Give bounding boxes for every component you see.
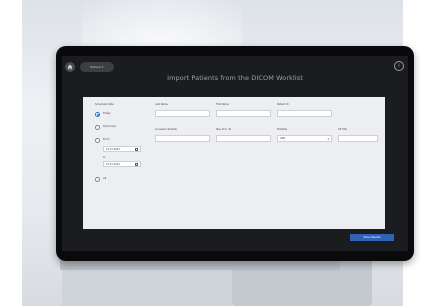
modality-select[interactable]: ANY ▾: [277, 135, 332, 142]
chevron-down-icon: ▾: [327, 137, 329, 141]
worklist-filter-panel: Scheduled date Today Tomorrow From 21.01…: [83, 97, 385, 229]
to-label: to: [103, 156, 106, 159]
req-proc-id-input[interactable]: [216, 135, 271, 142]
radio-from-label: From: [103, 138, 110, 141]
accession-number-input[interactable]: [155, 135, 210, 142]
scheduled-date-label: Scheduled date: [95, 103, 114, 106]
patient-id-input[interactable]: [277, 110, 332, 117]
calendar-icon[interactable]: [135, 163, 138, 166]
modality-value: ANY: [280, 137, 286, 140]
monitor-bezel: Patient 1 i Import Patients from the DIC…: [56, 46, 414, 261]
calendar-icon[interactable]: [135, 148, 138, 151]
first-name-label: First Name: [216, 103, 229, 106]
home-button[interactable]: [65, 62, 75, 72]
radio-all-label: All: [103, 177, 107, 180]
ae-title-label: AE Title: [338, 128, 348, 131]
radio-tomorrow-label: Tomorrow: [103, 125, 116, 128]
accession-number-label: Accession Number: [155, 128, 178, 131]
info-icon[interactable]: i: [394, 61, 404, 71]
page-title: Import Patients from the DICOM Worklist: [167, 74, 303, 82]
patient-selector[interactable]: Patient 1: [80, 62, 114, 72]
from-date-value: 21.01.2024: [106, 148, 120, 151]
radio-today[interactable]: [95, 112, 100, 117]
to-date-field[interactable]: 21.01.2024: [103, 161, 141, 167]
req-proc-id-label: Req. Proc. ID: [216, 128, 232, 131]
screen: Patient 1 i Import Patients from the DIC…: [62, 56, 408, 251]
from-date-field[interactable]: 21.01.2024: [103, 146, 141, 152]
show-results-button[interactable]: Show Results: [350, 234, 394, 241]
to-date-value: 21.01.2024: [106, 163, 120, 166]
patient-id-label: Patient ID: [277, 103, 289, 106]
radio-from[interactable]: [95, 138, 100, 143]
last-name-input[interactable]: [155, 110, 210, 117]
first-name-input[interactable]: [216, 110, 271, 117]
radio-all[interactable]: [95, 177, 100, 182]
ae-title-input[interactable]: [338, 135, 378, 142]
radio-tomorrow[interactable]: [95, 125, 100, 130]
radio-today-label: Today: [103, 112, 111, 115]
modality-label: Modality: [277, 128, 288, 131]
home-icon: [67, 64, 73, 70]
last-name-label: Last Name: [155, 103, 168, 106]
